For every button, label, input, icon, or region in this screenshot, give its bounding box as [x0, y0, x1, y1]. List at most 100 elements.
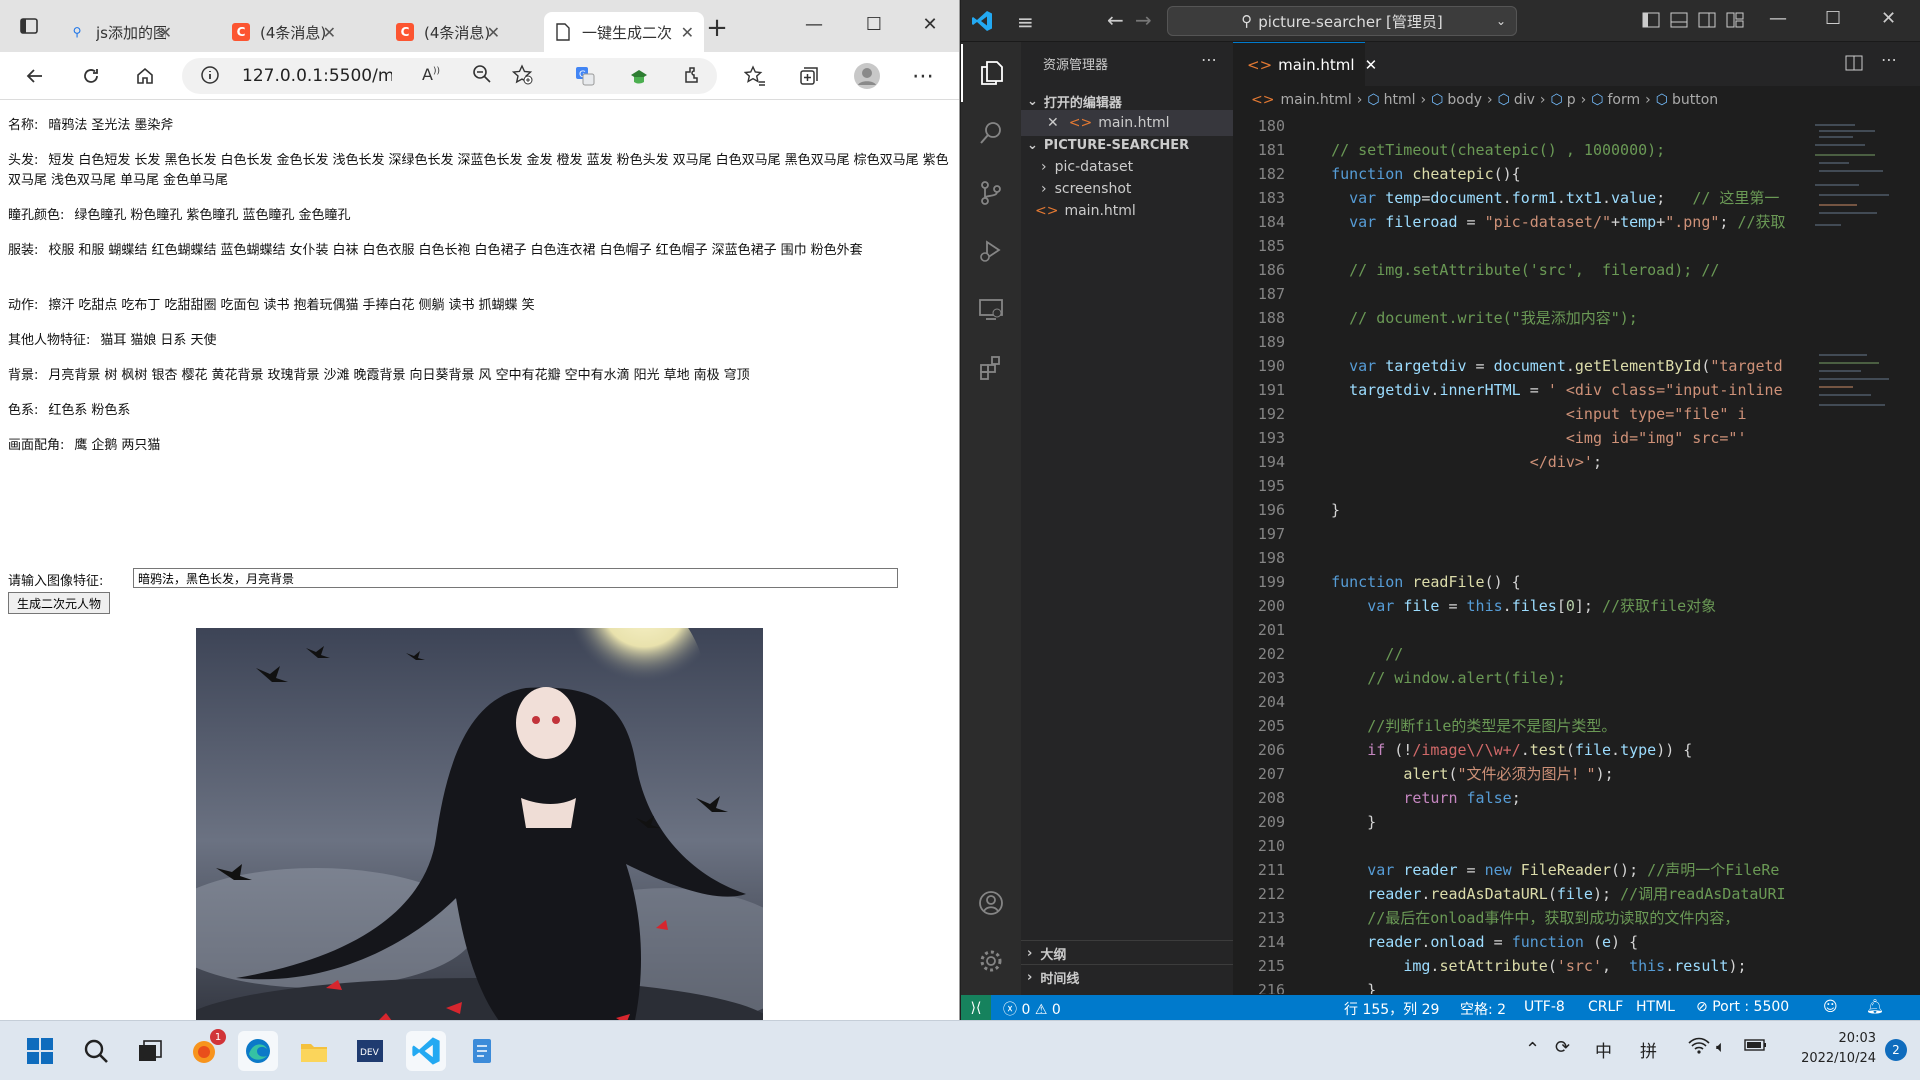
code-line[interactable]: reader.readAsDataURL(file); //调用readAsDa… [1313, 882, 1785, 906]
breadcrumb-item[interactable]: div [1514, 92, 1535, 108]
more-actions-icon[interactable]: ⋯ [1201, 50, 1217, 69]
code-line[interactable]: // setTimeout(cheatepic() , 1000000); [1313, 138, 1665, 162]
volume-muted-icon[interactable]: 🔈︎ [1716, 1037, 1726, 1057]
new-tab-button[interactable]: + [700, 12, 734, 44]
close-icon[interactable]: ✕ [1047, 115, 1059, 131]
sync-icon[interactable]: ⟳ [1555, 1037, 1570, 1058]
customize-layout-icon[interactable] [1725, 10, 1745, 34]
minimize-button[interactable]: — [786, 0, 842, 48]
breadcrumb-item[interactable]: main.html [1280, 92, 1351, 108]
breadcrumb-item[interactable]: p [1567, 92, 1576, 108]
maximize-button[interactable]: ☐ [846, 0, 902, 48]
task-view-icon[interactable] [130, 1031, 170, 1071]
breadcrumb-item[interactable]: body [1447, 92, 1482, 108]
command-center[interactable]: ⚲ picture-searcher [管理员] ⌄ [1167, 6, 1517, 36]
edge-browser-icon[interactable] [238, 1031, 278, 1071]
explorer-icon[interactable] [961, 44, 1021, 102]
breadcrumb-item[interactable]: html [1384, 92, 1416, 108]
close-icon[interactable]: ✕ [1365, 56, 1378, 74]
code-line[interactable]: var file = this.files[0]; //获取file对象 [1313, 594, 1716, 618]
code-line[interactable]: <img id="img" src="' [1313, 426, 1747, 450]
code-line[interactable]: targetdiv.innerHTML = ' <div class="inpu… [1313, 378, 1783, 402]
toggle-sidebar-icon[interactable] [1641, 10, 1661, 34]
close-window-button[interactable]: ✕ [1881, 8, 1896, 29]
code-line[interactable]: // img.setAttribute('src', fileroad); // [1313, 258, 1719, 282]
breadcrumb-item[interactable]: button [1672, 92, 1718, 108]
account-icon[interactable] [961, 874, 1021, 932]
file-explorer-icon[interactable] [294, 1031, 334, 1071]
code-line[interactable]: } [1313, 978, 1376, 994]
menu-icon[interactable]: ≡ [1017, 10, 1034, 34]
extension-hat-icon[interactable] [622, 60, 656, 92]
code-line[interactable]: var fileroad = "pic-dataset/"+temp+".png… [1313, 210, 1785, 234]
encoding-status[interactable]: UTF-8 [1524, 999, 1565, 1015]
vscode-taskbar-icon[interactable] [406, 1031, 446, 1071]
collections-icon[interactable] [792, 60, 826, 92]
search-icon[interactable] [76, 1031, 116, 1071]
cursor-position[interactable]: 行 155，列 29 [1344, 999, 1439, 1019]
ime-mode[interactable]: 拼 [1640, 1037, 1657, 1062]
battery-icon[interactable] [1744, 1037, 1768, 1057]
code-line[interactable]: // window.alert(file); [1313, 666, 1566, 690]
toggle-secondary-sidebar-icon[interactable] [1697, 10, 1717, 34]
translate-icon[interactable]: G [568, 60, 602, 92]
minimap[interactable] [1811, 114, 1911, 994]
indentation-status[interactable]: 空格: 2 [1460, 999, 1506, 1019]
run-debug-icon[interactable] [961, 222, 1021, 280]
code-line[interactable]: } [1313, 810, 1376, 834]
close-icon[interactable]: ✕ [681, 23, 694, 42]
notepad-icon[interactable] [462, 1031, 502, 1071]
ime-language[interactable]: 中 [1595, 1037, 1612, 1062]
outline-section[interactable]: › 大纲 [1021, 940, 1233, 966]
settings-gear-icon[interactable] [961, 932, 1021, 990]
tab-2[interactable]: C (4条消息) JS ✕ [222, 12, 346, 52]
code-line[interactable]: return false; [1313, 786, 1520, 810]
remote-explorer-icon[interactable] [961, 280, 1021, 338]
source-control-icon[interactable] [961, 164, 1021, 222]
add-favorite-icon[interactable] [511, 64, 534, 90]
code-line[interactable]: </div>'; [1313, 450, 1602, 474]
close-icon[interactable]: ✕ [159, 23, 172, 42]
eol-status[interactable]: CRLF [1588, 999, 1623, 1015]
minimize-button[interactable]: — [1769, 8, 1787, 29]
close-window-button[interactable]: ✕ [902, 0, 958, 48]
tab-actions-icon[interactable] [12, 10, 46, 42]
tree-item-file[interactable]: <> main.html [1021, 198, 1233, 224]
read-aloud-icon[interactable]: A)) [422, 65, 440, 84]
info-icon[interactable] [200, 65, 220, 89]
notifications-bell-icon[interactable]: 🔔︎ [1866, 999, 1884, 1015]
code-line[interactable]: var reader = new FileReader(); //声明一个Fil… [1313, 858, 1779, 882]
timeline-section[interactable]: › 时间线 [1021, 964, 1233, 990]
remote-indicator-icon[interactable]: ⟩⟨ [961, 995, 991, 1020]
close-icon[interactable]: ✕ [487, 23, 500, 42]
extensions-icon[interactable] [676, 60, 710, 92]
code-line[interactable]: if (!/image\/\w+/.test(file.type)) { [1313, 738, 1692, 762]
code-line[interactable]: img.setAttribute('src', this.result); [1313, 954, 1746, 978]
back-icon[interactable] [18, 60, 52, 92]
code-line[interactable]: reader.onload = function (e) { [1313, 930, 1638, 954]
more-menu-icon[interactable]: ⋯ [906, 60, 940, 92]
search-icon[interactable] [961, 104, 1021, 162]
start-windows-icon[interactable] [20, 1031, 60, 1071]
devcpp-icon[interactable]: DEV [350, 1031, 390, 1071]
code-line[interactable]: alert("文件必须为图片！"); [1313, 762, 1613, 786]
extensions-icon[interactable] [961, 338, 1021, 396]
forward-icon[interactable]: → [1135, 8, 1152, 32]
code-line[interactable]: function readFile() { [1313, 570, 1521, 594]
toggle-panel-icon[interactable] [1669, 10, 1689, 34]
code-line[interactable]: function cheatepic(){ [1313, 162, 1521, 186]
split-editor-icon[interactable] [1845, 54, 1863, 76]
close-icon[interactable]: ✕ [323, 23, 336, 42]
clock[interactable]: 20:03 2022/10/24 [1776, 1029, 1876, 1069]
tab-3[interactable]: C (4条消息) 局 ✕ [386, 12, 510, 52]
refresh-icon[interactable] [74, 60, 108, 92]
home-icon[interactable] [128, 60, 162, 92]
code-line[interactable]: // document.write("我是添加内容"); [1313, 306, 1638, 330]
notification-center-badge[interactable]: 2 [1885, 1039, 1907, 1061]
breadcrumb-item[interactable]: form [1607, 92, 1640, 108]
live-server-status[interactable]: ⊘ Port : 5500 [1696, 999, 1789, 1015]
profile-avatar[interactable] [850, 60, 884, 92]
code-line[interactable]: //最后在onload事件中，获取到成功读取的文件内容， [1313, 906, 1739, 930]
language-status[interactable]: HTML [1636, 999, 1675, 1015]
code-line[interactable]: var targetdiv = document.getElementById(… [1313, 354, 1783, 378]
